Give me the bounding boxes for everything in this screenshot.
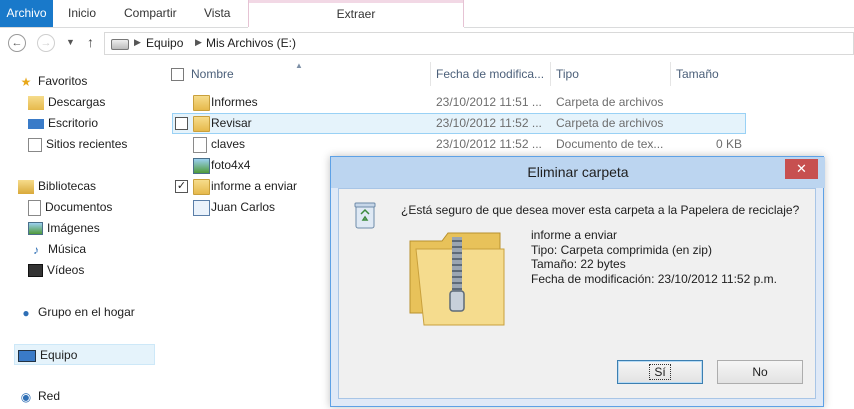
libraries-icon xyxy=(18,179,34,194)
select-all-checkbox[interactable] xyxy=(171,68,184,81)
close-icon[interactable]: ✕ xyxy=(785,159,818,179)
recycle-bin-icon xyxy=(354,202,376,229)
folder-details: informe a enviar Tipo: Carpeta comprimid… xyxy=(531,228,777,286)
detail-name: informe a enviar xyxy=(531,228,618,242)
no-button-label: No xyxy=(752,365,768,379)
file-date: 23/10/2012 11:52 ... xyxy=(436,116,542,130)
folder-icon xyxy=(193,95,210,111)
up-arrow-icon[interactable]: ↑ xyxy=(87,34,94,50)
nav-label: Documentos xyxy=(45,200,113,214)
nav-label: Grupo en el hogar xyxy=(38,305,135,319)
pictures-icon xyxy=(28,222,43,236)
detail-type: Tipo: Carpeta comprimida (en zip) xyxy=(531,242,712,257)
row-checkbox[interactable] xyxy=(175,117,188,130)
file-name: foto4x4 xyxy=(211,158,251,172)
file-name: claves xyxy=(211,137,246,151)
homegroup-icon: ● xyxy=(22,305,30,320)
file-name: informe a enviar xyxy=(211,179,298,193)
text-document-icon xyxy=(193,137,207,153)
downloads-folder-icon xyxy=(28,95,44,110)
file-type: Carpeta de archivos xyxy=(556,116,664,130)
detail-modified: Fecha de modificación: 23/10/2012 11:52 … xyxy=(531,271,777,286)
column-fecha[interactable]: Fecha de modifica... xyxy=(430,62,550,86)
video-film-icon xyxy=(28,264,43,278)
dialog-title: Eliminar carpeta xyxy=(331,157,825,188)
nav-documentos[interactable]: Documentos xyxy=(28,197,112,218)
file-type: Carpeta de archivos xyxy=(556,95,664,109)
nav-label: Bibliotecas xyxy=(38,179,97,193)
nav-label: Sitios recientes xyxy=(46,137,128,151)
detail-size: Tamaño: 22 bytes xyxy=(531,257,626,271)
tab-compartir[interactable]: Compartir xyxy=(124,0,177,27)
nav-label: Equipo xyxy=(40,348,78,362)
music-note-icon: ♪ xyxy=(33,242,39,257)
nav-grupo-hogar[interactable]: ● Grupo en el hogar xyxy=(18,302,135,323)
nav-label: Descargas xyxy=(48,95,106,109)
forward-icon[interactable]: → xyxy=(37,34,55,52)
nav-favoritos[interactable]: ★ Favoritos xyxy=(18,71,88,92)
breadcrumb-chevron-icon[interactable]: ▶ xyxy=(134,37,141,48)
nav-imagenes[interactable]: Imágenes xyxy=(28,218,100,239)
nav-videos[interactable]: Vídeos xyxy=(28,260,84,281)
breadcrumb-mis-archivos[interactable]: Mis Archivos (E:) xyxy=(206,36,296,50)
folder-icon xyxy=(193,116,210,132)
file-name: Informes xyxy=(211,95,258,109)
nav-label: Vídeos xyxy=(47,263,85,277)
tab-extraer[interactable]: Extraer xyxy=(248,0,464,30)
nav-musica[interactable]: ♪ Música xyxy=(28,239,86,260)
list-item[interactable]: Revisar 23/10/2012 11:52 ... Carpeta de … xyxy=(172,113,746,134)
yes-button-label: Sí xyxy=(649,364,671,380)
file-date: 23/10/2012 11:51 ... xyxy=(436,95,542,109)
file-size: 0 KB xyxy=(715,137,742,151)
list-item[interactable]: Informes 23/10/2012 11:51 ... Carpeta de… xyxy=(172,92,746,113)
nav-descargas[interactable]: Descargas xyxy=(28,92,105,113)
nav-sitios-recientes[interactable]: Sitios recientes xyxy=(28,134,127,155)
nav-label: Red xyxy=(38,389,61,403)
back-icon[interactable]: ← xyxy=(8,34,26,52)
nav-label: Favoritos xyxy=(38,74,88,88)
breadcrumb-chevron-icon[interactable]: ▶ xyxy=(195,37,202,48)
recent-places-icon xyxy=(28,137,42,152)
network-icon: ◉ xyxy=(20,389,32,404)
nav-escritorio[interactable]: Escritorio xyxy=(28,113,98,134)
tab-vista[interactable]: Vista xyxy=(204,0,230,27)
zip-folder-icon xyxy=(409,232,505,326)
file-date: 23/10/2012 11:52 ... xyxy=(436,137,542,151)
list-item[interactable]: claves 23/10/2012 11:52 ... Documento de… xyxy=(172,134,746,155)
column-tamano[interactable]: Tamaño xyxy=(670,62,746,86)
computer-icon xyxy=(18,349,36,362)
column-tipo[interactable]: Tipo xyxy=(550,62,670,86)
nav-label: Música xyxy=(48,242,87,256)
tab-archivo[interactable]: Archivo xyxy=(0,0,53,27)
breadcrumb-equipo[interactable]: Equipo xyxy=(146,36,183,50)
file-type: Documento de tex... xyxy=(556,137,664,151)
nav-bibliotecas[interactable]: Bibliotecas xyxy=(18,176,96,197)
nav-label: Imágenes xyxy=(47,221,100,235)
recent-locations-chevron-icon[interactable]: ▼ xyxy=(66,37,75,47)
nav-red[interactable]: ◉ Red xyxy=(18,386,60,407)
delete-folder-dialog: Eliminar carpeta ✕ ¿Está seguro de que d… xyxy=(330,156,825,407)
star-icon: ★ xyxy=(20,74,32,89)
row-checkbox-checked[interactable]: ✓ xyxy=(175,180,188,193)
address-bar[interactable]: ▶ Equipo ▶ Mis Archivos (E:) xyxy=(104,32,854,55)
contact-card-icon xyxy=(193,200,210,216)
dialog-body: ¿Está seguro de que desea mover esta car… xyxy=(338,188,816,399)
navigation-pane: ★ Favoritos Descargas Escritorio Sitios r… xyxy=(0,62,158,409)
file-name: Revisar xyxy=(211,116,252,130)
drive-icon xyxy=(111,39,129,50)
nav-equipo[interactable]: Equipo xyxy=(14,344,155,365)
column-nombre[interactable]: Nombre xyxy=(191,62,423,86)
file-name: Juan Carlos xyxy=(211,200,276,214)
image-icon xyxy=(193,158,210,174)
confirmation-question: ¿Está seguro de que desea mover esta car… xyxy=(401,203,800,217)
yes-button[interactable]: Sí xyxy=(617,360,703,384)
navigation-bar: ← → ▼ ↑ ▶ Equipo ▶ Mis Archivos (E:) xyxy=(0,28,854,58)
zip-folder-icon xyxy=(193,179,210,195)
tab-inicio[interactable]: Inicio xyxy=(68,0,96,27)
no-button[interactable]: No xyxy=(717,360,803,384)
nav-label: Escritorio xyxy=(48,116,99,130)
desktop-icon xyxy=(28,118,44,129)
ribbon: Archivo Inicio Compartir Vista Extraer xyxy=(0,0,854,30)
documents-icon xyxy=(28,199,41,216)
